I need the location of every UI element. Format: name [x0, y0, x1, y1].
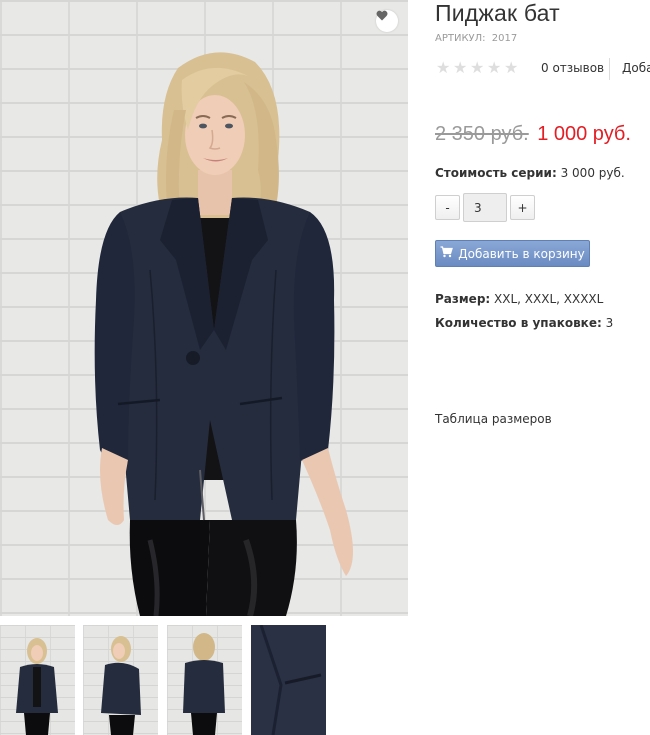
quantity-increase-button[interactable]: +	[510, 195, 535, 220]
quantity-input[interactable]	[463, 193, 507, 222]
size-table-link[interactable]: Таблица размеров	[435, 412, 552, 426]
star-icon[interactable]: ★	[470, 60, 486, 76]
rating-divider	[609, 58, 610, 80]
reviews-count-link[interactable]: 0 отзывов	[541, 61, 604, 75]
thumbnail-front[interactable]	[0, 625, 75, 735]
size-label: Размер:	[435, 292, 491, 306]
add-to-cart-button[interactable]: Добавить в корзину	[435, 240, 590, 267]
series-cost-label: Стоимость серии:	[435, 166, 557, 180]
star-icon[interactable]: ★	[436, 60, 452, 76]
product-sku: АРТИКУЛ: 2017	[435, 33, 517, 44]
sku-label: АРТИКУЛ:	[435, 33, 486, 44]
star-icon[interactable]: ★	[504, 60, 520, 76]
pack-quantity-label: Количество в упаковке:	[435, 316, 602, 330]
add-to-cart-label: Добавить в корзину	[458, 246, 585, 261]
size-attribute: Размер: XXL, XXXL, XXXXL	[435, 292, 603, 306]
star-icon[interactable]: ★	[487, 60, 503, 76]
thumbnail-fabric-detail[interactable]	[251, 625, 326, 735]
sku-value: 2017	[491, 33, 518, 44]
old-price: 2 350 руб.	[435, 123, 529, 145]
quantity-decrease-button[interactable]: -	[435, 195, 460, 220]
model-illustration	[94, 52, 353, 616]
wishlist-button[interactable]	[376, 10, 398, 32]
series-cost: Стоимость серии: 3 000 руб.	[435, 166, 625, 180]
thumbnail-back[interactable]	[167, 625, 242, 735]
rating-stars[interactable]: ★ ★ ★ ★ ★	[436, 60, 520, 76]
pack-quantity-attribute: Количество в упаковке: 3	[435, 316, 613, 330]
cart-icon	[440, 246, 454, 261]
thumbnail-side[interactable]	[83, 625, 158, 735]
pack-quantity-value: 3	[605, 316, 614, 330]
product-title: Пиджак бат	[435, 0, 560, 26]
series-cost-value: 3 000 руб.	[560, 166, 625, 180]
size-value: XXL, XXXL, XXXXL	[494, 292, 604, 306]
price-block: 2 350 руб. 1 000 руб.	[435, 123, 631, 146]
rating-row: ★ ★ ★ ★ ★ 0 отзывов Доба	[436, 58, 650, 80]
main-product-image[interactable]	[0, 0, 408, 616]
add-review-link[interactable]: Доба	[622, 61, 650, 75]
current-price: 1 000 руб.	[537, 123, 631, 145]
star-icon[interactable]: ★	[453, 60, 469, 76]
